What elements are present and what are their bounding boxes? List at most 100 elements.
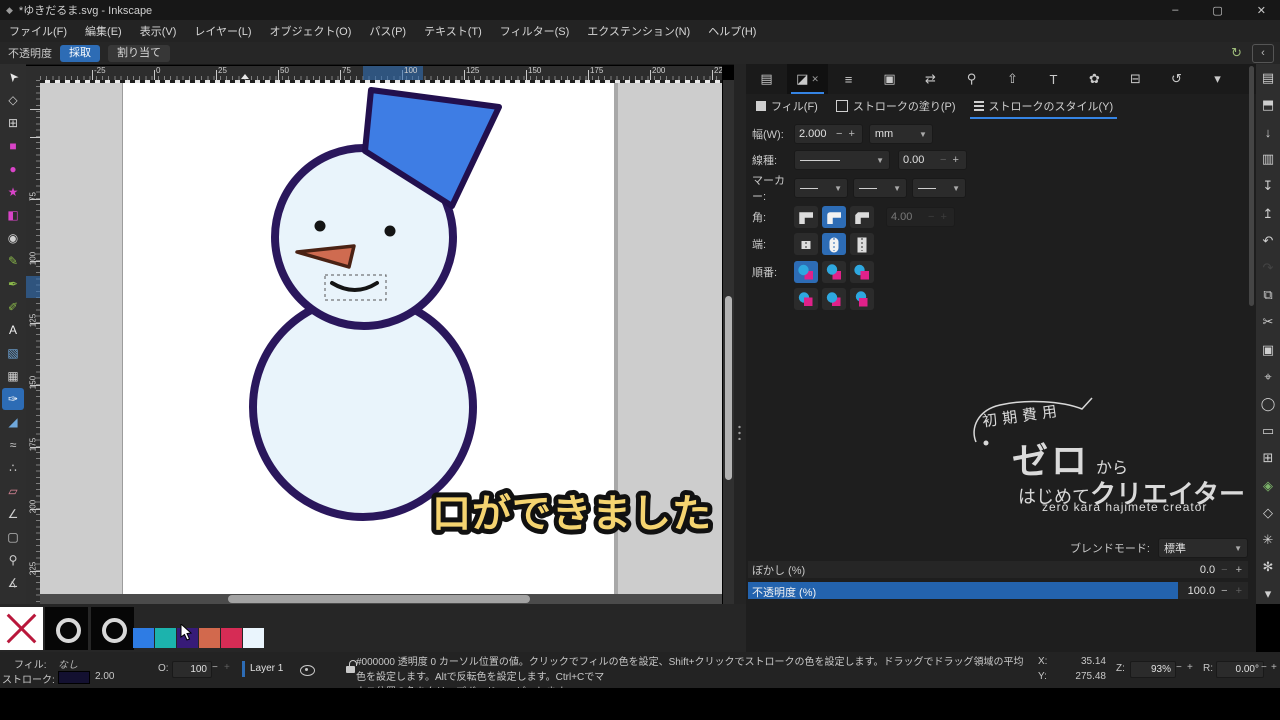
paint-order-3-button[interactable] [850, 261, 874, 283]
ellipse-tool[interactable]: ● [2, 158, 24, 180]
join-bevel-button[interactable] [850, 206, 874, 228]
menu-item[interactable]: オブジェクト(O) [261, 20, 361, 42]
palette-swatch-salmon[interactable] [199, 628, 220, 648]
stroke-color-swatch[interactable] [58, 671, 90, 684]
panel-resize-grip[interactable] [734, 64, 746, 604]
paint-order-1-button[interactable] [794, 261, 818, 283]
zoom-drawing-button[interactable]: ◯ [1258, 394, 1278, 413]
objects-list-tab[interactable]: ⊟✕ [1115, 64, 1156, 94]
text-tool[interactable]: A [2, 319, 24, 341]
paint-order-4-button[interactable] [794, 288, 818, 310]
open-document-button[interactable]: ⬒ [1258, 95, 1278, 114]
paint-order-6-button[interactable] [850, 288, 874, 310]
menu-item[interactable]: フィルター(S) [491, 20, 578, 42]
decrement-icon[interactable]: − [1176, 662, 1182, 673]
increment-icon[interactable]: + [1187, 662, 1193, 673]
document-page[interactable] [122, 83, 615, 604]
menu-item[interactable]: エクステンション(N) [578, 20, 699, 42]
close-button[interactable]: ✕ [1257, 4, 1266, 17]
unlink-clone-button[interactable]: ◇ [1258, 503, 1278, 522]
decrement-icon[interactable]: − [1261, 662, 1267, 673]
cap-butt-button[interactable] [794, 233, 818, 255]
undo-history-tab[interactable]: ↺✕ [1156, 64, 1197, 94]
decrement-icon[interactable]: − [937, 154, 949, 166]
blur-slider[interactable]: ぼかし (%) 0.0 − + [748, 561, 1248, 578]
horizontal-ruler[interactable]: -250255075100125150175200225250 [40, 66, 722, 80]
menu-item[interactable]: ヘルプ(H) [699, 20, 765, 42]
decrement-icon[interactable]: − [212, 662, 218, 673]
zoom-tool[interactable]: ⚲ [2, 549, 24, 571]
minimize-button[interactable]: – [1172, 4, 1178, 17]
text-and-font-tab[interactable]: T✕ [1033, 64, 1074, 94]
decrement-icon[interactable]: − [833, 128, 845, 140]
star-tool[interactable]: ★ [2, 181, 24, 203]
more-dialogs-chevron[interactable]: ▾✕ [1197, 64, 1238, 94]
pages-tool[interactable]: ▢ [2, 526, 24, 548]
objects-tab[interactable]: ▣✕ [869, 64, 910, 94]
increment-icon[interactable]: + [1271, 662, 1277, 673]
ring-swatch-2[interactable] [91, 607, 134, 650]
import-button[interactable]: ↧ [1258, 177, 1278, 196]
layer-visibility-icon[interactable] [300, 665, 315, 676]
new-document-button[interactable]: ▤ [1258, 68, 1278, 87]
no-color-swatch[interactable] [0, 607, 43, 650]
find-tab[interactable]: ⚲✕ [951, 64, 992, 94]
rectangle-tool[interactable]: ■ [2, 135, 24, 157]
close-dialog-icon[interactable]: ✕ [811, 74, 819, 85]
calligraphy-tool[interactable]: ✐ [2, 296, 24, 318]
increment-icon[interactable]: + [1236, 585, 1242, 597]
palette-swatch-crimson[interactable] [221, 628, 242, 648]
connector-tool[interactable]: ∠ [2, 503, 24, 525]
rotation-value[interactable]: 0.00° [1216, 661, 1264, 678]
cap-round-button[interactable] [822, 233, 846, 255]
node-tool[interactable]: ◇ [2, 89, 24, 111]
paste-button[interactable]: ▣ [1258, 340, 1278, 359]
paint-order-2-button[interactable] [822, 261, 846, 283]
increment-icon[interactable]: + [949, 154, 961, 166]
box-3d-tool[interactable]: ◧ [2, 204, 24, 226]
export-button[interactable]: ↥ [1258, 204, 1278, 223]
shape-builder-tool[interactable]: ⊞ [2, 112, 24, 134]
decrement-icon[interactable]: − [1221, 564, 1227, 576]
mesh-tool[interactable]: ▦ [2, 365, 24, 387]
unit-dropdown[interactable]: mm ▼ [868, 124, 933, 144]
snap-bar-collapse-button[interactable]: ‹ [1252, 43, 1274, 63]
zoom-value[interactable]: 93% [1130, 661, 1176, 678]
object-opacity-value[interactable]: 100 [172, 661, 212, 678]
transform-tab[interactable]: ⇄✕ [910, 64, 951, 94]
assign-button[interactable]: 割り当て [108, 44, 170, 62]
tweak-tool[interactable]: ≈ [2, 434, 24, 456]
tab-stroke-style[interactable]: ストロークのスタイル(Y) [968, 96, 1120, 119]
export-tab[interactable]: ⇧✕ [992, 64, 1033, 94]
stroke-width-value[interactable]: 2.00 [95, 671, 114, 682]
snapping-toggle-icon[interactable]: ↻ [1231, 45, 1242, 61]
layer-lock-icon[interactable] [345, 660, 357, 673]
symbols-tab[interactable]: ✿✕ [1074, 64, 1115, 94]
gradient-tool[interactable]: ▧ [2, 342, 24, 364]
increment-icon[interactable]: + [224, 662, 230, 673]
menu-item[interactable]: 編集(E) [76, 20, 131, 42]
cleanup-document-button[interactable]: ✳ [1258, 530, 1278, 549]
paint-bucket-tool[interactable]: ◢ [2, 411, 24, 433]
menu-item[interactable]: パス(P) [360, 20, 415, 42]
palette-swatch-lightblue[interactable] [243, 628, 264, 648]
zoom-page-button[interactable]: ▭ [1258, 422, 1278, 441]
spray-tool[interactable]: ∴ [2, 457, 24, 479]
fill-stroke-tab[interactable]: ◪ ✕ [787, 64, 828, 94]
zoom-selection-button[interactable]: ⌖ [1258, 367, 1278, 386]
document-properties-tab[interactable]: ▤✕ [746, 64, 787, 94]
current-layer[interactable]: Layer 1 [250, 663, 283, 674]
fill-value[interactable]: なし [58, 656, 78, 671]
pen-tool[interactable]: ✒ [2, 273, 24, 295]
selector-tool[interactable]: ➤ [2, 66, 24, 88]
preferences-button[interactable]: ✻ [1258, 558, 1278, 577]
ring-swatch-1[interactable] [45, 607, 88, 650]
menu-item[interactable]: レイヤー(L) [185, 20, 260, 42]
menu-item[interactable]: 表示(V) [131, 20, 186, 42]
copy-button[interactable]: ⧉ [1258, 286, 1278, 305]
spiral-tool[interactable]: ◉ [2, 227, 24, 249]
vscroll-thumb[interactable] [725, 296, 732, 480]
horizontal-scrollbar[interactable] [40, 594, 722, 604]
increment-icon[interactable]: + [1236, 564, 1242, 576]
dropper-tool[interactable]: ✑ [2, 388, 24, 410]
